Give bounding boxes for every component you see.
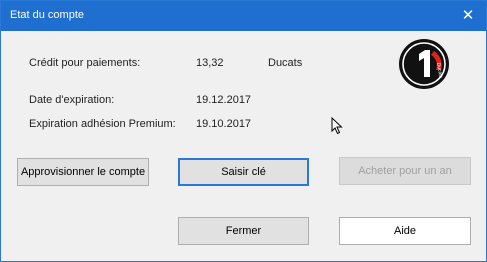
mouse-cursor-icon (331, 117, 343, 135)
credit-unit: Ducats (268, 57, 303, 69)
top-up-account-button[interactable]: Approvisionner le compte (17, 158, 149, 186)
account-status-dialog: Etat du compte ✕ Crédit pour paiements: … (0, 0, 487, 262)
expiry-label: Date d'expiration: (29, 94, 115, 106)
window-title: Etat du compte (10, 9, 84, 21)
enter-key-button[interactable]: Saisir clé (178, 158, 309, 186)
buy-one-year-button[interactable]: Acheter pour un an (339, 157, 471, 185)
premium-expiry-label: Expiration adhésion Premium: (29, 118, 176, 130)
premium-expiry-value: 19.10.2017 (196, 118, 252, 130)
credit-label: Crédit pour paiements: (29, 57, 141, 69)
expiry-value: 19.12.2017 (196, 94, 252, 106)
credit-value: 13,32 (196, 57, 224, 69)
ducats-logo: Ducats (399, 39, 449, 89)
title-bar: Etat du compte ✕ (1, 1, 486, 31)
help-button[interactable]: Aide (339, 217, 471, 245)
close-button[interactable]: Fermer (178, 217, 309, 245)
close-icon[interactable]: ✕ (450, 1, 486, 31)
